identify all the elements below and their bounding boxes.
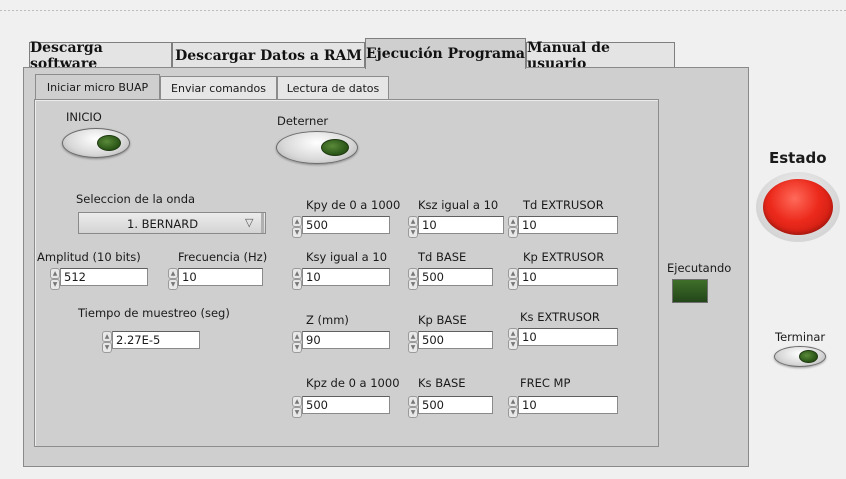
kp-base-field[interactable]: ▲ ▼ 500	[408, 331, 493, 353]
ks-extrusor-label: Ks EXTRUSOR	[520, 310, 600, 324]
wave-select[interactable]: 1. BERNARD ▽	[78, 212, 266, 234]
amplitud-spinner[interactable]: ▲ ▼	[50, 268, 60, 290]
tab-enviar-comandos[interactable]: Enviar comandos	[160, 76, 277, 99]
top-divider	[0, 10, 846, 11]
estado-led-bezel	[756, 172, 840, 242]
terminar-label: Terminar	[775, 330, 826, 344]
ejecutando-label: Ejecutando	[667, 261, 732, 275]
tab-lectura-datos[interactable]: Lectura de datos	[277, 76, 389, 99]
kpy-spinner[interactable]: ▲ ▼	[292, 216, 302, 238]
detener-label: Deterner	[277, 114, 329, 128]
frecuencia-label: Frecuencia (Hz)	[178, 250, 268, 264]
amplitud-label: Amplitud (10 bits)	[37, 250, 141, 264]
kpz-label: Kpz de 0 a 1000	[306, 376, 400, 390]
terminar-led-icon	[799, 350, 818, 363]
detener-led-icon	[321, 139, 349, 156]
ksz-label: Ksz igual a 10	[418, 198, 499, 212]
td-extrusor-spinner[interactable]: ▲ ▼	[508, 216, 518, 238]
kpy-label: Kpy de 0 a 1000	[306, 198, 401, 212]
inicio-button[interactable]	[62, 128, 130, 158]
frec-mp-spinner[interactable]: ▲ ▼	[508, 396, 518, 418]
inicio-led-icon	[97, 135, 121, 151]
tab-descarga-software[interactable]: Descarga software	[29, 40, 172, 72]
z-field[interactable]: ▲ ▼ 90	[292, 331, 392, 353]
frec-mp-field[interactable]: ▲ ▼ 10	[508, 396, 618, 418]
ks-base-label: Ks BASE	[418, 376, 466, 390]
td-base-spinner[interactable]: ▲ ▼	[408, 268, 418, 290]
tiempo-label: Tiempo de muestreo (seg)	[78, 306, 230, 320]
tab-manual-usuario[interactable]: Manual de usuario	[526, 40, 675, 72]
estado-led-icon	[763, 179, 833, 235]
td-base-field[interactable]: ▲ ▼ 500	[408, 268, 493, 290]
ks-extrusor-spinner[interactable]: ▲ ▼	[508, 328, 518, 350]
kp-extrusor-field[interactable]: ▲ ▼ 10	[508, 268, 618, 290]
chevron-down-icon: ▽	[245, 216, 254, 229]
td-base-label: Td BASE	[418, 250, 467, 264]
kpy-field[interactable]: ▲ ▼ 500	[292, 216, 392, 238]
ks-base-field[interactable]: ▲ ▼ 500	[408, 396, 493, 418]
z-spinner[interactable]: ▲ ▼	[292, 331, 302, 353]
wave-label: Seleccion de la onda	[76, 192, 196, 206]
frecuencia-spinner[interactable]: ▲ ▼	[168, 268, 178, 290]
ksy-field[interactable]: ▲ ▼ 10	[292, 268, 392, 290]
ks-base-spinner[interactable]: ▲ ▼	[408, 396, 418, 418]
ksz-spinner[interactable]: ▲ ▼	[408, 216, 418, 238]
wave-select-value: 1. BERNARD	[127, 217, 199, 231]
td-extrusor-field[interactable]: ▲ ▼ 10	[508, 216, 618, 238]
inicio-label: INICIO	[66, 110, 102, 124]
kp-base-label: Kp BASE	[418, 313, 467, 327]
ksz-field[interactable]: ▲ ▼ 10	[408, 216, 504, 238]
kp-extrusor-label: Kp EXTRUSOR	[523, 250, 605, 264]
tab-iniciar-micro-buap[interactable]: Iniciar micro BUAP	[35, 74, 160, 99]
kpz-spinner[interactable]: ▲ ▼	[292, 396, 302, 418]
frecuencia-field[interactable]: ▲ ▼ 10	[168, 268, 263, 290]
ks-extrusor-field[interactable]: ▲ ▼ 10	[508, 328, 618, 350]
td-extrusor-label: Td EXTRUSOR	[523, 198, 604, 212]
tiempo-spinner[interactable]: ▲ ▼	[102, 331, 112, 353]
z-label: Z (mm)	[306, 313, 349, 327]
kp-base-spinner[interactable]: ▲ ▼	[408, 331, 418, 353]
frec-mp-label: FREC MP	[520, 376, 571, 390]
tab-descargar-datos-ram[interactable]: Descargar Datos a RAM	[172, 42, 365, 69]
terminar-button[interactable]	[774, 346, 826, 367]
detener-button[interactable]	[276, 131, 358, 164]
estado-label: Estado	[769, 149, 827, 167]
ksy-label: Ksy igual a 10	[306, 250, 388, 264]
kp-extrusor-spinner[interactable]: ▲ ▼	[508, 268, 518, 290]
amplitud-field[interactable]: ▲ ▼ 512	[50, 268, 150, 290]
tiempo-field[interactable]: ▲ ▼ 2.27E-5	[102, 331, 200, 353]
tab-ejecucion-programa[interactable]: Ejecución Programa	[365, 38, 526, 69]
ksy-spinner[interactable]: ▲ ▼	[292, 268, 302, 290]
ejecutando-indicator	[672, 279, 708, 303]
kpz-field[interactable]: ▲ ▼ 500	[292, 396, 392, 418]
